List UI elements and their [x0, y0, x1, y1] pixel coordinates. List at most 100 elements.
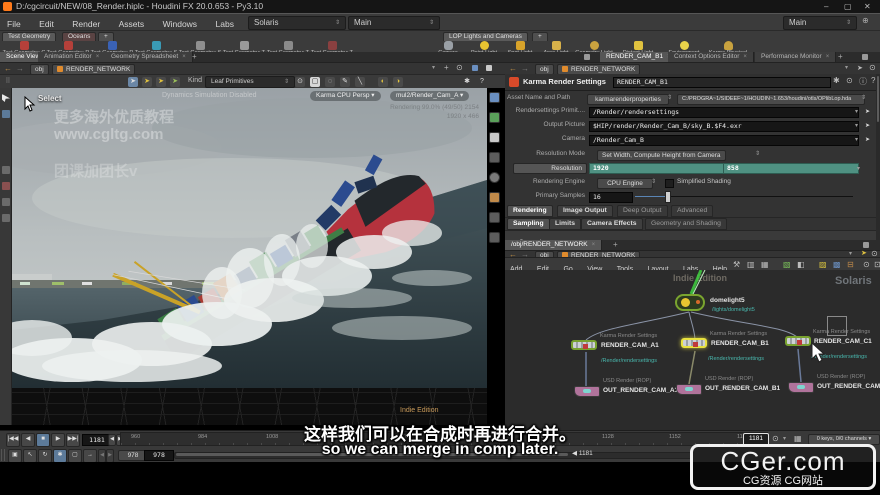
node-chooser-icon[interactable]: ➤ [865, 136, 870, 143]
chevron-down-icon[interactable]: ▾ [845, 64, 848, 71]
info-icon[interactable]: ⓘ [859, 76, 867, 87]
maximize-button[interactable]: ▢ [844, 0, 852, 13]
tab-camera-effects[interactable]: Camera Effects [581, 218, 643, 230]
main-selector-left[interactable]: Main⇕ [348, 16, 440, 30]
tab-deep-output[interactable]: Deep Output [617, 205, 668, 217]
pane-split-icon[interactable] [863, 242, 869, 248]
pin-icon[interactable]: ➤ [857, 64, 863, 72]
tab-geometry-shading[interactable]: Geometry and Shading [645, 218, 727, 230]
target-icon[interactable]: ⊙ [456, 63, 463, 72]
rendersettings-prim-field[interactable]: /Render/rendersettings [589, 107, 859, 118]
move-tool-icon[interactable] [2, 198, 10, 206]
tab-image-output[interactable]: Image Output [557, 205, 613, 217]
param-scrollbar[interactable] [876, 74, 880, 240]
shelf-tab-test-geometry[interactable]: Test Geometry [2, 32, 56, 41]
shelf-tab-oceans[interactable]: Oceans [62, 32, 96, 41]
renderer-pill[interactable]: Karma CPU Persp ▾ [310, 91, 381, 101]
help-icon[interactable]: ? [477, 77, 487, 87]
updown-icon[interactable]: ⇕ [861, 94, 866, 101]
box-pick-icon[interactable]: ▢ [310, 77, 320, 87]
chevron-down-icon[interactable]: ▾ [855, 108, 858, 115]
handles-tool-icon[interactable] [2, 182, 10, 190]
tab-performance-monitor[interactable]: Performance Monitor× [755, 52, 836, 62]
wrench-icon[interactable]: ⚒ [733, 260, 740, 269]
help-circle-icon[interactable]: ⊕ [862, 16, 869, 25]
select-back-icon[interactable]: ◑ [393, 77, 403, 87]
file-chooser-icon[interactable]: ➤ [865, 122, 870, 129]
close-icon[interactable]: × [592, 242, 596, 248]
fullscreen-icon[interactable]: ⊡ [874, 260, 880, 269]
lock-icon[interactable] [489, 132, 500, 143]
desktop-selector[interactable]: Solaris⇕ [248, 16, 346, 30]
select-front-icon[interactable]: ◐ [378, 77, 388, 87]
select-mode-icon[interactable]: ➤ [128, 77, 138, 87]
tab-render-cam-b1[interactable]: RENDER_CAM_B1× [600, 52, 678, 62]
ladder-icon[interactable]: ➤ [865, 108, 870, 115]
updown-icon[interactable]: ⇕ [667, 94, 672, 101]
view-tool-icon[interactable] [2, 166, 10, 174]
render-region-icon[interactable] [489, 192, 500, 203]
chevron-down-icon[interactable]: ▾ [432, 64, 435, 71]
brush-pick-icon[interactable]: ✎ [340, 77, 350, 87]
snapshot-icon[interactable] [472, 65, 478, 71]
add-tab-button[interactable]: + [613, 240, 618, 250]
camera-field[interactable]: /Render_Cam_B [589, 135, 859, 146]
shapes-icon[interactable]: ▨ [819, 260, 827, 269]
tab-rendering[interactable]: Rendering [507, 205, 553, 217]
select-tool-icon[interactable] [2, 94, 10, 102]
simplified-shading-checkbox[interactable] [665, 179, 674, 188]
folder-icon[interactable]: ⊟ [847, 260, 854, 269]
crosshair-icon[interactable] [489, 152, 500, 163]
tab-sampling[interactable]: Sampling [507, 218, 550, 230]
pin-icon[interactable]: ➤ [861, 249, 867, 257]
node-render-cam-a1[interactable] [571, 340, 597, 350]
viewport-layout-icon[interactable] [489, 92, 500, 103]
resolution-mode-dropdown[interactable]: Set Width, Compute Height from Camera [597, 150, 726, 161]
node-out-render-cam-c1[interactable] [788, 382, 814, 393]
gear-icon[interactable]: ✱ [833, 76, 840, 85]
help-icon[interactable]: ? [871, 76, 875, 85]
shelf-tab-add-right[interactable]: + [532, 32, 548, 41]
lasso-pick-icon[interactable]: ◌ [325, 77, 335, 87]
viewport-render[interactable]: Select Dynamics Simulation Disabled Karm… [12, 88, 487, 388]
main-selector-right[interactable]: Main⇕ [783, 16, 857, 30]
shelf-tab-add[interactable]: + [98, 32, 114, 41]
stats-icon[interactable]: ▥ [747, 260, 755, 269]
close-icon[interactable]: × [826, 54, 830, 60]
close-button[interactable]: ✕ [864, 0, 871, 13]
secondary-section-header[interactable]: ▼ Secondary [505, 231, 880, 240]
pane-split-icon[interactable] [584, 54, 590, 60]
chevron-down-icon[interactable]: ▾ [855, 136, 858, 143]
node-name-field[interactable]: RENDER_CAM_B1 [613, 77, 831, 88]
grid-toggle-icon[interactable] [489, 232, 500, 243]
snapping-icon[interactable] [489, 112, 500, 123]
color-palette-icon[interactable]: ▧ [783, 260, 791, 269]
grip-icon[interactable]: ⠿ [3, 77, 13, 87]
add-icon[interactable]: + [444, 63, 449, 72]
resolution-width-field[interactable]: 1920 [589, 163, 725, 174]
target-icon[interactable]: ⊙ [869, 63, 876, 72]
network-box-outline[interactable] [827, 316, 847, 336]
select-visible-icon[interactable]: ⊙ [295, 77, 305, 87]
close-icon[interactable]: × [182, 54, 186, 60]
display-options-icon[interactable] [489, 212, 500, 223]
updown-icon[interactable]: ⇕ [651, 178, 656, 185]
tab-animation-editor[interactable]: Animation Editor× [38, 52, 106, 62]
gear-icon[interactable]: ✱ [462, 77, 472, 87]
add-tab-button[interactable]: + [838, 52, 843, 62]
chevron-down-icon[interactable]: ▾ [855, 122, 858, 129]
node-render-cam-b1[interactable] [681, 338, 707, 348]
tab-geometry-spreadsheet[interactable]: Geometry Spreadsheet× [105, 52, 193, 62]
image-icon[interactable]: ▩ [833, 260, 841, 269]
select-hierarchy-icon[interactable]: ➤ [170, 77, 180, 87]
camera-lock-icon[interactable] [489, 172, 500, 183]
node-out-render-cam-b1[interactable] [676, 384, 702, 395]
node-out-render-cam-a1[interactable] [574, 386, 600, 397]
close-icon[interactable]: × [743, 54, 747, 60]
kind-dropdown[interactable]: Leaf Primitives⇕ [205, 76, 295, 88]
shelf-tab-lop-lights[interactable]: LOP Lights and Cameras [443, 32, 528, 41]
asset-path-chip[interactable]: C:/PROGRA~1/SIDEEF~1/HOUDIN~1.653/houdin… [677, 94, 865, 105]
laser-pick-icon[interactable]: ╲ [355, 77, 365, 87]
zoom-icon[interactable]: ⊙ [863, 260, 870, 269]
node-render-cam-c1[interactable] [785, 336, 811, 346]
